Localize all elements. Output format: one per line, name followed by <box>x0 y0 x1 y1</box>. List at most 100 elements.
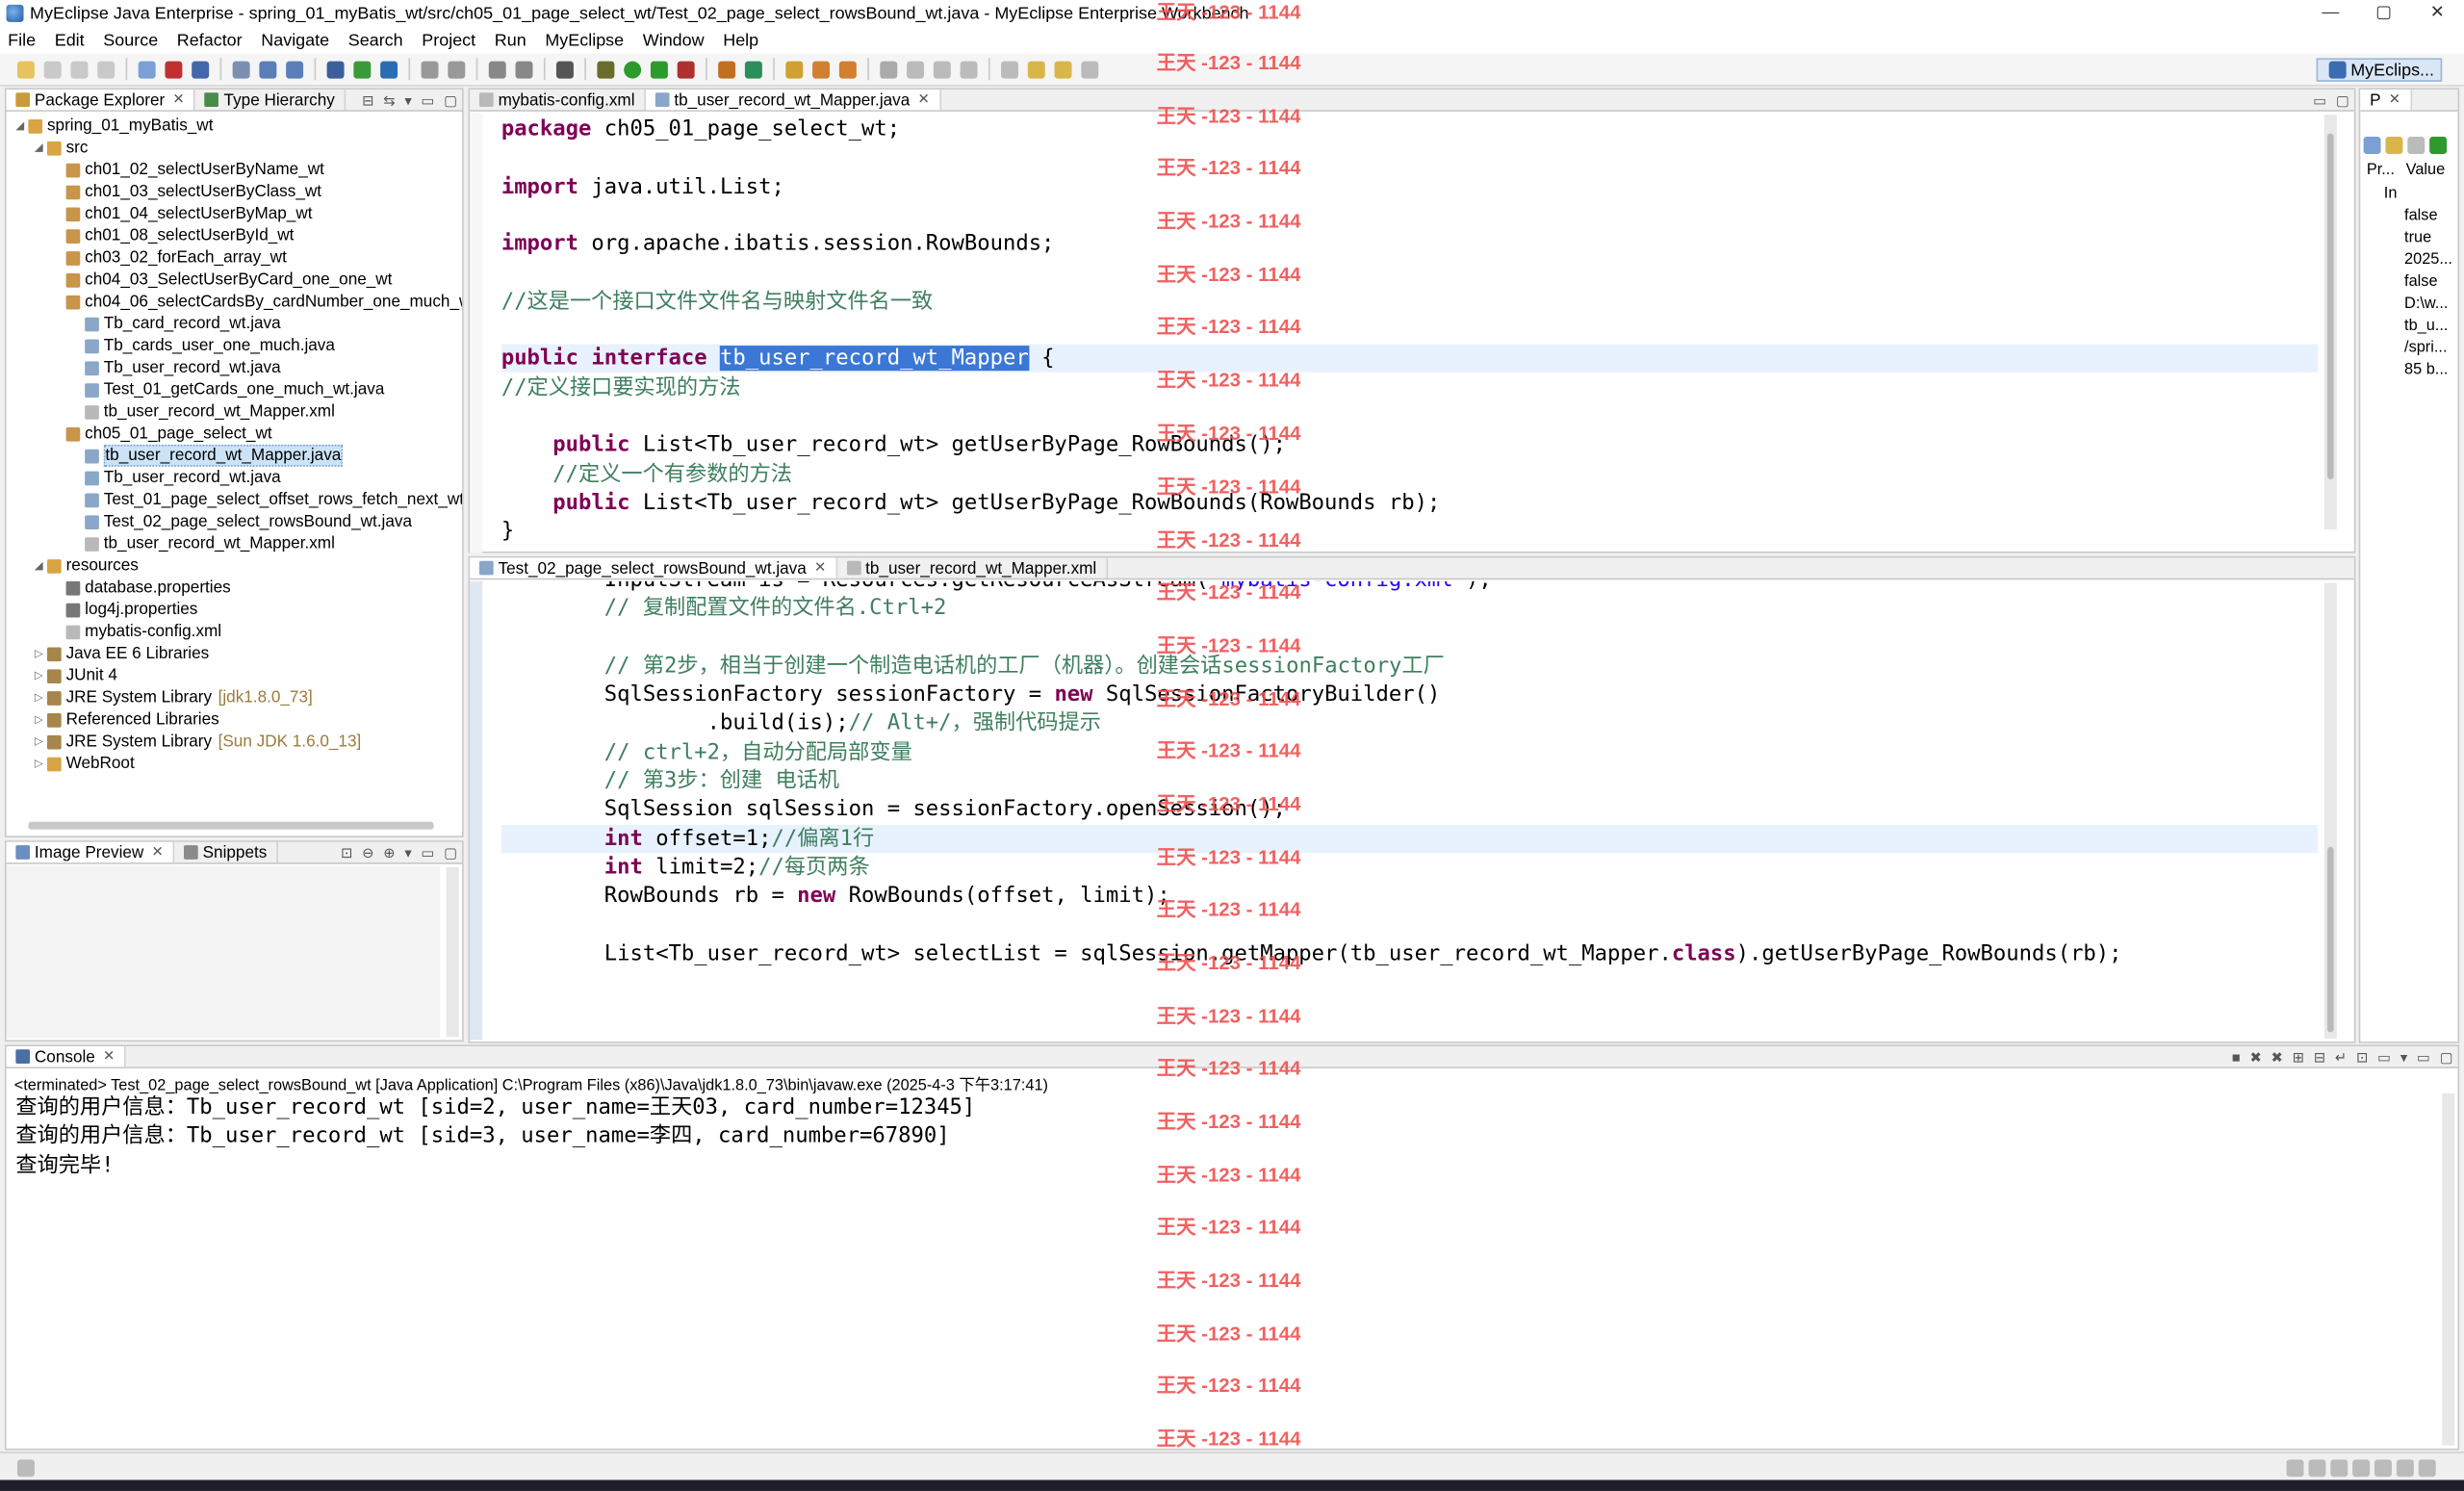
run-icon[interactable] <box>624 60 642 78</box>
open-console-icon[interactable]: ▾ <box>2400 1048 2407 1066</box>
tree-node-project[interactable]: ◢ spring_01_myBatis_wt <box>15 115 213 137</box>
tab-mapper-java[interactable]: tb_user_record_wt_Mapper.java ✕ <box>645 90 941 111</box>
close-icon[interactable]: ✕ <box>151 843 163 861</box>
new-server-icon[interactable] <box>138 60 156 78</box>
tree-node-package[interactable]: ch04_03_SelectUserByCard_one_one_wt <box>65 269 392 291</box>
tool-icon[interactable] <box>448 60 466 78</box>
menu-run[interactable]: Run <box>495 31 526 50</box>
expand-arrow-icon[interactable]: ▷ <box>35 647 47 659</box>
menu-refactor[interactable]: Refactor <box>177 31 243 50</box>
save-all-icon[interactable] <box>70 60 89 78</box>
forward-icon[interactable] <box>1054 60 1072 78</box>
expand-arrow-icon[interactable]: ▷ <box>35 691 47 704</box>
back-icon[interactable] <box>1027 60 1045 78</box>
zoom-in-icon[interactable]: ⊕ <box>383 844 395 861</box>
remove-launch-icon[interactable]: ✖ <box>2249 1048 2261 1066</box>
tree-node-file[interactable]: Test_01_getCards_one_much_wt.java <box>85 378 384 400</box>
tree-node-file[interactable]: Test_02_page_select_rowsBound_wt.java <box>85 510 412 532</box>
expand-arrow-icon[interactable]: ▷ <box>35 735 47 748</box>
status-tool-icon[interactable] <box>2374 1459 2392 1478</box>
tree-node-library[interactable]: ▷ Java EE 6 Libraries <box>35 643 209 665</box>
word-wrap-icon[interactable]: ↵ <box>2335 1048 2347 1066</box>
advanced-icon[interactable] <box>2385 137 2403 154</box>
minimize-view-icon[interactable]: ▭ <box>2313 91 2326 109</box>
new-java-icon[interactable] <box>353 60 372 78</box>
tab-properties[interactable]: P ✕ <box>2360 90 2412 111</box>
tree-node-package[interactable]: ch01_08_selectUserById_wt <box>65 224 294 246</box>
tree-node-library[interactable]: ▷ JRE System Library [Sun JDK 1.6.0_13] <box>35 731 361 753</box>
menu-window[interactable]: Window <box>643 31 705 50</box>
web-icon[interactable] <box>259 60 277 78</box>
expand-arrow-icon[interactable]: ◢ <box>15 119 28 132</box>
close-button[interactable]: ✕ <box>2411 0 2464 27</box>
scrollbar-thumb[interactable] <box>2327 133 2334 479</box>
perspective-switcher[interactable]: MyEclips... <box>2316 58 2443 82</box>
new-class-icon[interactable] <box>744 60 762 78</box>
expand-arrow-icon[interactable]: ▷ <box>35 669 47 681</box>
property-column-header[interactable]: Pr... <box>2367 162 2395 179</box>
tree-node-library[interactable]: ▷ JRE System Library [jdk1.8.0_73] <box>35 686 313 708</box>
expand-arrow-icon[interactable]: ◢ <box>35 559 47 572</box>
menu-search[interactable]: Search <box>348 31 403 50</box>
remove-all-icon[interactable]: ✖ <box>2272 1048 2283 1066</box>
zoom-fit-icon[interactable]: ⊡ <box>341 844 352 861</box>
debug-icon[interactable] <box>597 60 615 78</box>
tree-node-library[interactable]: ▷ Referenced Libraries <box>35 708 219 731</box>
tree-node-file-selected[interactable]: tb_user_record_wt_Mapper.java <box>85 444 343 467</box>
tree-node-folder[interactable]: ▷ WebRoot <box>35 753 135 775</box>
status-tool-icon[interactable] <box>2418 1459 2436 1478</box>
menu-navigate[interactable]: Navigate <box>261 31 329 50</box>
new-package-icon[interactable] <box>718 60 736 78</box>
tree-node-file[interactable]: tb_user_record_wt_Mapper.xml <box>85 400 335 423</box>
print-icon[interactable] <box>97 60 116 78</box>
tool-icon[interactable] <box>421 60 439 78</box>
tab-mybatis-config[interactable]: mybatis-config.xml <box>470 90 646 111</box>
status-tool-icon[interactable] <box>2396 1459 2414 1478</box>
tree-node-package[interactable]: ch01_02_selectUserByName_wt <box>65 159 324 181</box>
tree-node-package[interactable]: ch04_06_selectCardsBy_cardNumber_one_muc… <box>65 291 462 313</box>
tree-node-resources[interactable]: ◢ resources <box>35 554 139 577</box>
pen-icon[interactable] <box>812 60 831 78</box>
vertical-scrollbar[interactable] <box>2323 582 2337 1039</box>
close-icon[interactable]: ✕ <box>814 559 826 577</box>
maximize-view-icon[interactable]: ▢ <box>2440 1048 2453 1066</box>
menu-myeclipse[interactable]: MyEclipse <box>545 31 624 50</box>
vertical-scrollbar[interactable] <box>2442 1093 2455 1446</box>
tree-node-file[interactable]: database.properties <box>65 577 231 599</box>
maximize-view-icon[interactable]: ▢ <box>444 91 457 109</box>
tree-node-file[interactable]: Tb_card_record_wt.java <box>85 313 281 335</box>
external-tools-icon[interactable] <box>677 60 695 78</box>
tab-type-hierarchy[interactable]: Type Hierarchy <box>195 90 346 111</box>
link-editor-icon[interactable]: ⇆ <box>383 91 395 109</box>
open-folder-icon[interactable] <box>785 60 804 78</box>
db-icon[interactable] <box>232 60 250 78</box>
horizontal-scrollbar[interactable] <box>28 821 434 830</box>
tab-console[interactable]: Console ✕ <box>6 1046 126 1067</box>
tab-image-preview[interactable]: Image Preview ✕ <box>6 841 175 863</box>
scroll-lock-icon[interactable]: ⊟ <box>2314 1048 2325 1066</box>
tab-mapper-xml[interactable]: tb_user_record_wt_Mapper.xml <box>837 557 1108 578</box>
scrollbar-thumb[interactable] <box>2327 846 2334 1033</box>
view-menu-icon[interactable]: ▾ <box>404 844 411 861</box>
terminate-icon[interactable]: ■ <box>2232 1049 2241 1065</box>
show-whitespace-icon[interactable] <box>960 60 978 78</box>
minimize-view-icon[interactable]: ▭ <box>2417 1048 2430 1066</box>
tree-node-src[interactable]: ◢ src <box>35 137 89 159</box>
status-tool-icon[interactable] <box>2330 1459 2348 1478</box>
fast-view-icon[interactable] <box>16 1459 35 1478</box>
tree-node-package[interactable]: ch05_01_page_select_wt <box>65 423 272 445</box>
pin-console-icon[interactable]: ⊡ <box>2356 1048 2368 1066</box>
next-annotation-icon[interactable] <box>1001 60 1018 78</box>
deploy-icon[interactable] <box>165 60 183 78</box>
tree-node-file[interactable]: tb_user_record_wt_Mapper.xml <box>85 532 335 554</box>
tree-node-file[interactable]: log4j.properties <box>65 599 197 621</box>
terminal-icon[interactable] <box>555 60 574 78</box>
display-console-icon[interactable]: ▭ <box>2377 1048 2391 1066</box>
tab-test02-java[interactable]: Test_02_page_select_rowsBound_wt.java ✕ <box>470 557 837 578</box>
menu-help[interactable]: Help <box>723 31 758 50</box>
console-output[interactable]: 查询的用户信息：Tb_user_record_wt [sid=2, user_n… <box>15 1093 975 1180</box>
coverage-icon[interactable] <box>650 60 668 78</box>
tree-node-file[interactable]: Tb_cards_user_one_much.java <box>85 335 335 357</box>
close-icon[interactable]: ✕ <box>2389 91 2400 109</box>
globe-icon[interactable] <box>380 60 398 78</box>
